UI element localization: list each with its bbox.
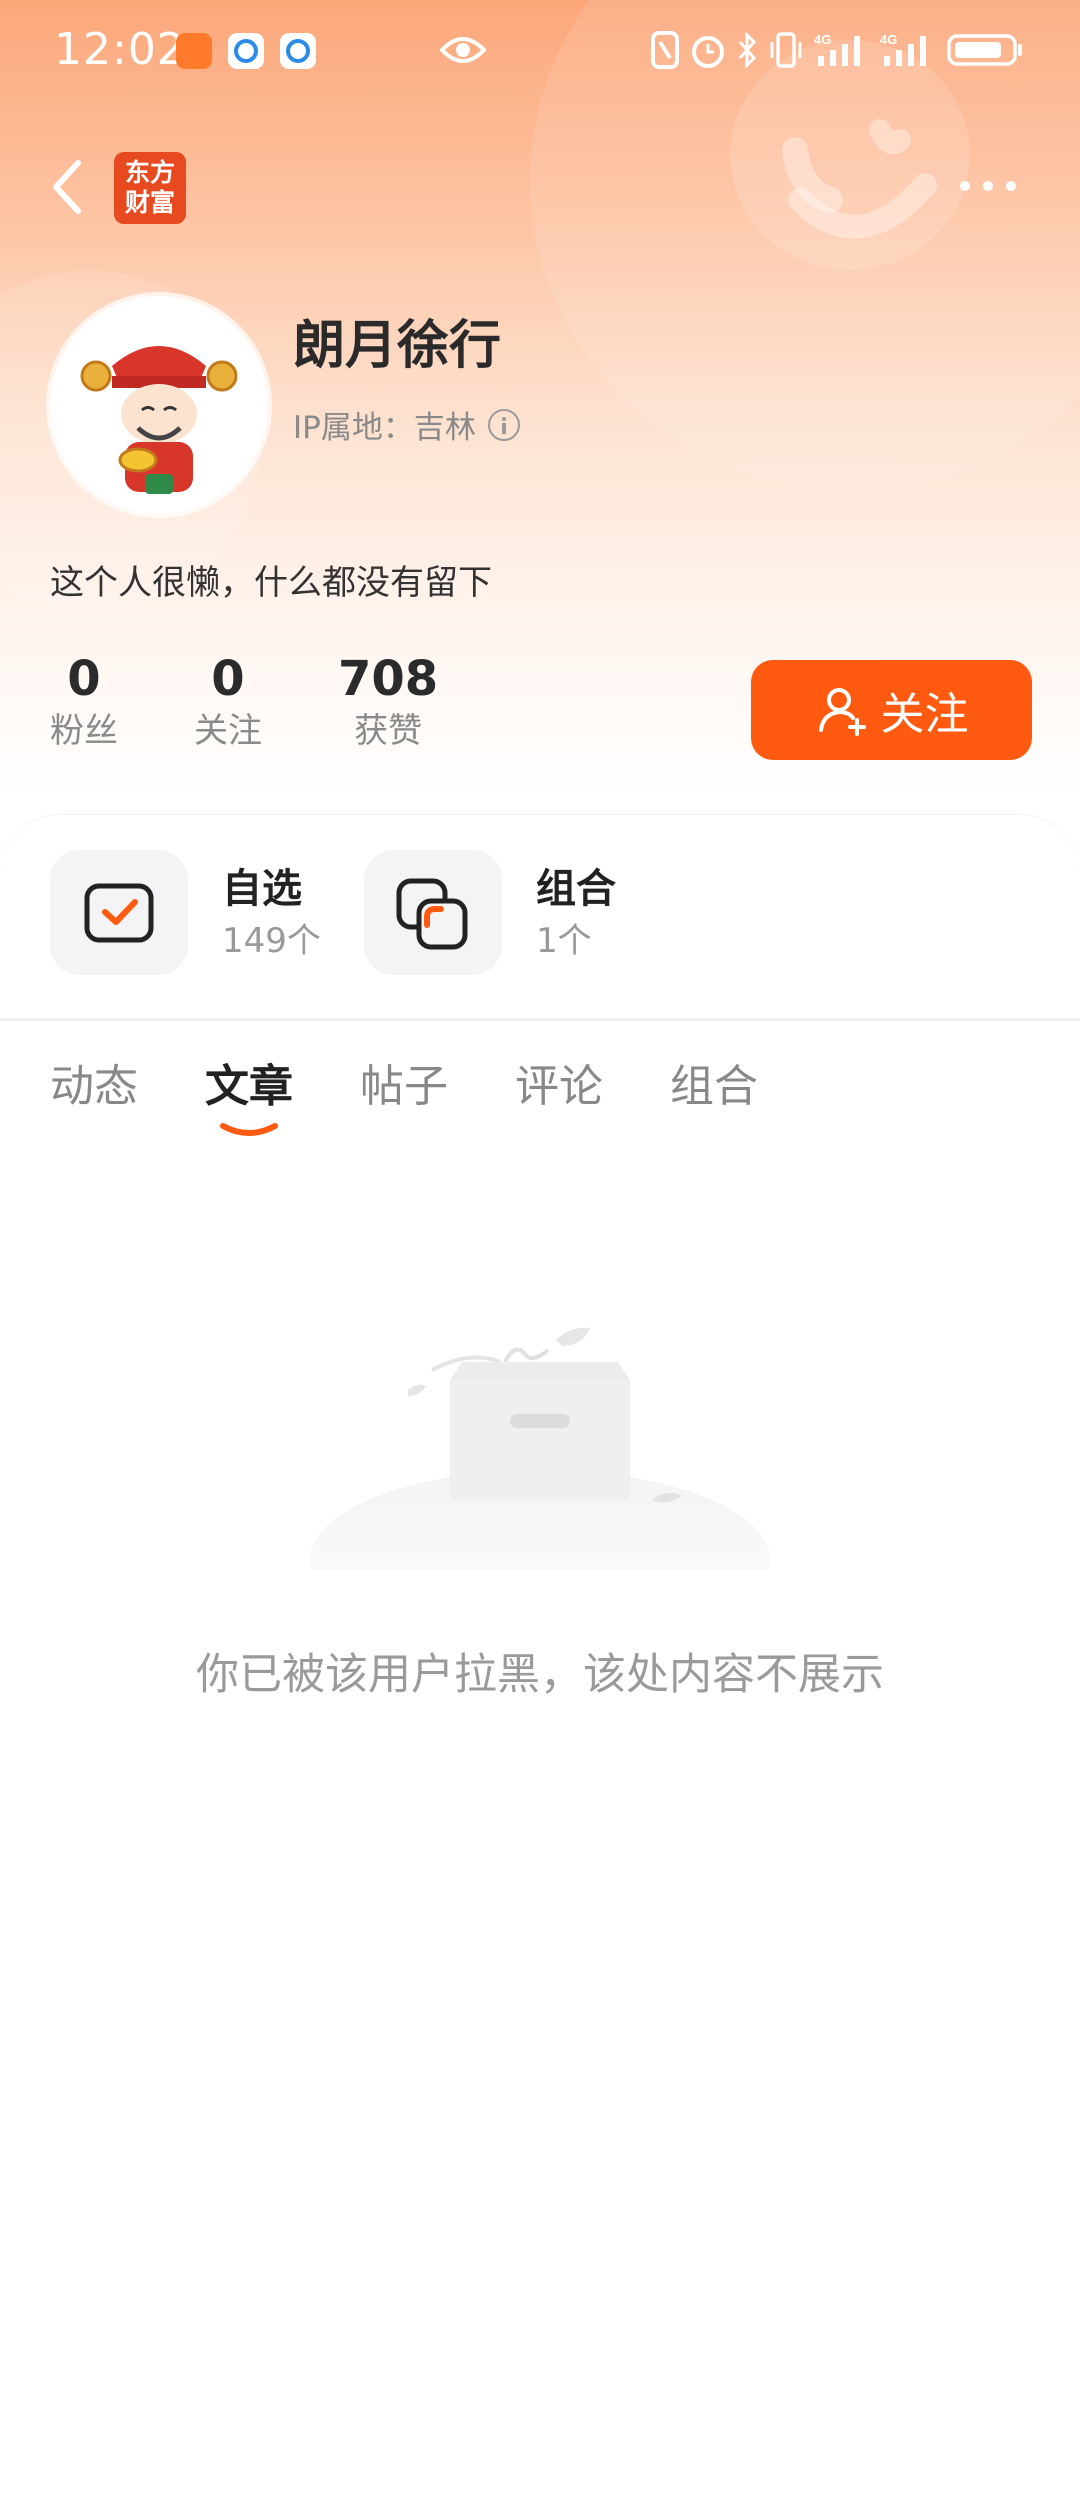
tile-count: 1个 bbox=[536, 920, 592, 961]
status-icons: 4G 4G bbox=[650, 30, 1024, 70]
stat-label: 获赞 bbox=[354, 711, 423, 751]
stat-label: 关注 bbox=[194, 711, 262, 751]
follow-button[interactable]: 关注 bbox=[751, 660, 1032, 760]
stat-following[interactable]: 0 关注 bbox=[194, 650, 262, 754]
follow-button-label: 关注 bbox=[880, 689, 969, 740]
empty-box-illustration bbox=[310, 1327, 770, 1570]
svg-text:4G: 4G bbox=[880, 32, 897, 47]
ip-location: IP属地：吉林 bbox=[293, 402, 520, 447]
watchlist-icon bbox=[50, 850, 188, 975]
stat-value: 0 bbox=[211, 651, 245, 707]
tab-dynamics[interactable]: 动态 bbox=[50, 1050, 138, 1130]
stats-row: 0 粉丝 0 关注 708 获赞 bbox=[50, 650, 498, 754]
app-logo: 东方 财富 bbox=[114, 152, 186, 224]
tile-title: 组合 bbox=[536, 865, 616, 912]
user-name: 朗月徐行 bbox=[293, 316, 502, 376]
stat-label: 粉丝 bbox=[50, 711, 118, 751]
notification-app-icon bbox=[228, 33, 264, 69]
bluetooth-icon bbox=[738, 31, 757, 69]
status-bar: 12:02 4G 4G bbox=[0, 0, 1080, 104]
tab-portfolio[interactable]: 组合 bbox=[670, 1050, 758, 1130]
alarm-icon bbox=[692, 36, 724, 68]
avatar[interactable] bbox=[50, 296, 268, 514]
tile-count: 149个 bbox=[222, 920, 321, 961]
add-user-icon bbox=[818, 688, 866, 736]
status-time: 12:02 bbox=[54, 24, 186, 75]
tab-bar: 动态 文章 帖子 评论 组合 bbox=[50, 1050, 825, 1136]
nfc-icon bbox=[651, 31, 679, 69]
stat-fans[interactable]: 0 粉丝 bbox=[50, 650, 118, 754]
tab-articles[interactable]: 文章 bbox=[205, 1050, 293, 1136]
tab-posts[interactable]: 帖子 bbox=[360, 1050, 448, 1130]
info-icon[interactable] bbox=[487, 408, 520, 441]
active-tab-indicator bbox=[220, 1123, 278, 1136]
battery-icon bbox=[947, 34, 1022, 66]
divider bbox=[0, 1018, 1080, 1021]
signal-4g-icon: 4G bbox=[880, 32, 926, 66]
svg-text:4G: 4G bbox=[814, 32, 831, 47]
blocked-message: 你已被该用户拉黑，该处内容不展示 bbox=[196, 1650, 884, 1700]
tile-title: 自选 bbox=[222, 865, 302, 912]
vibrate-icon bbox=[770, 32, 802, 68]
portfolio-icon bbox=[364, 850, 502, 975]
more-options-icon[interactable] bbox=[960, 176, 1020, 196]
tab-comments[interactable]: 评论 bbox=[515, 1050, 603, 1130]
stat-likes[interactable]: 708 获赞 bbox=[338, 650, 438, 754]
notification-app-icon bbox=[280, 33, 316, 69]
notification-app-icon bbox=[176, 33, 212, 69]
avatar-god-of-wealth-icon bbox=[50, 296, 268, 514]
stat-value: 708 bbox=[338, 651, 439, 707]
stat-value: 0 bbox=[67, 651, 101, 707]
user-bio: 这个人很懒，什么都没有留下 bbox=[50, 563, 492, 603]
signal-4g-icon: 4G bbox=[814, 32, 860, 66]
eye-icon bbox=[440, 37, 486, 63]
tile-watchlist[interactable]: 自选 149个 bbox=[50, 850, 321, 975]
tile-portfolio[interactable]: 组合 1个 bbox=[364, 850, 616, 975]
back-arrow-icon[interactable] bbox=[46, 155, 90, 219]
ip-location-label: IP属地：吉林 bbox=[293, 410, 476, 446]
